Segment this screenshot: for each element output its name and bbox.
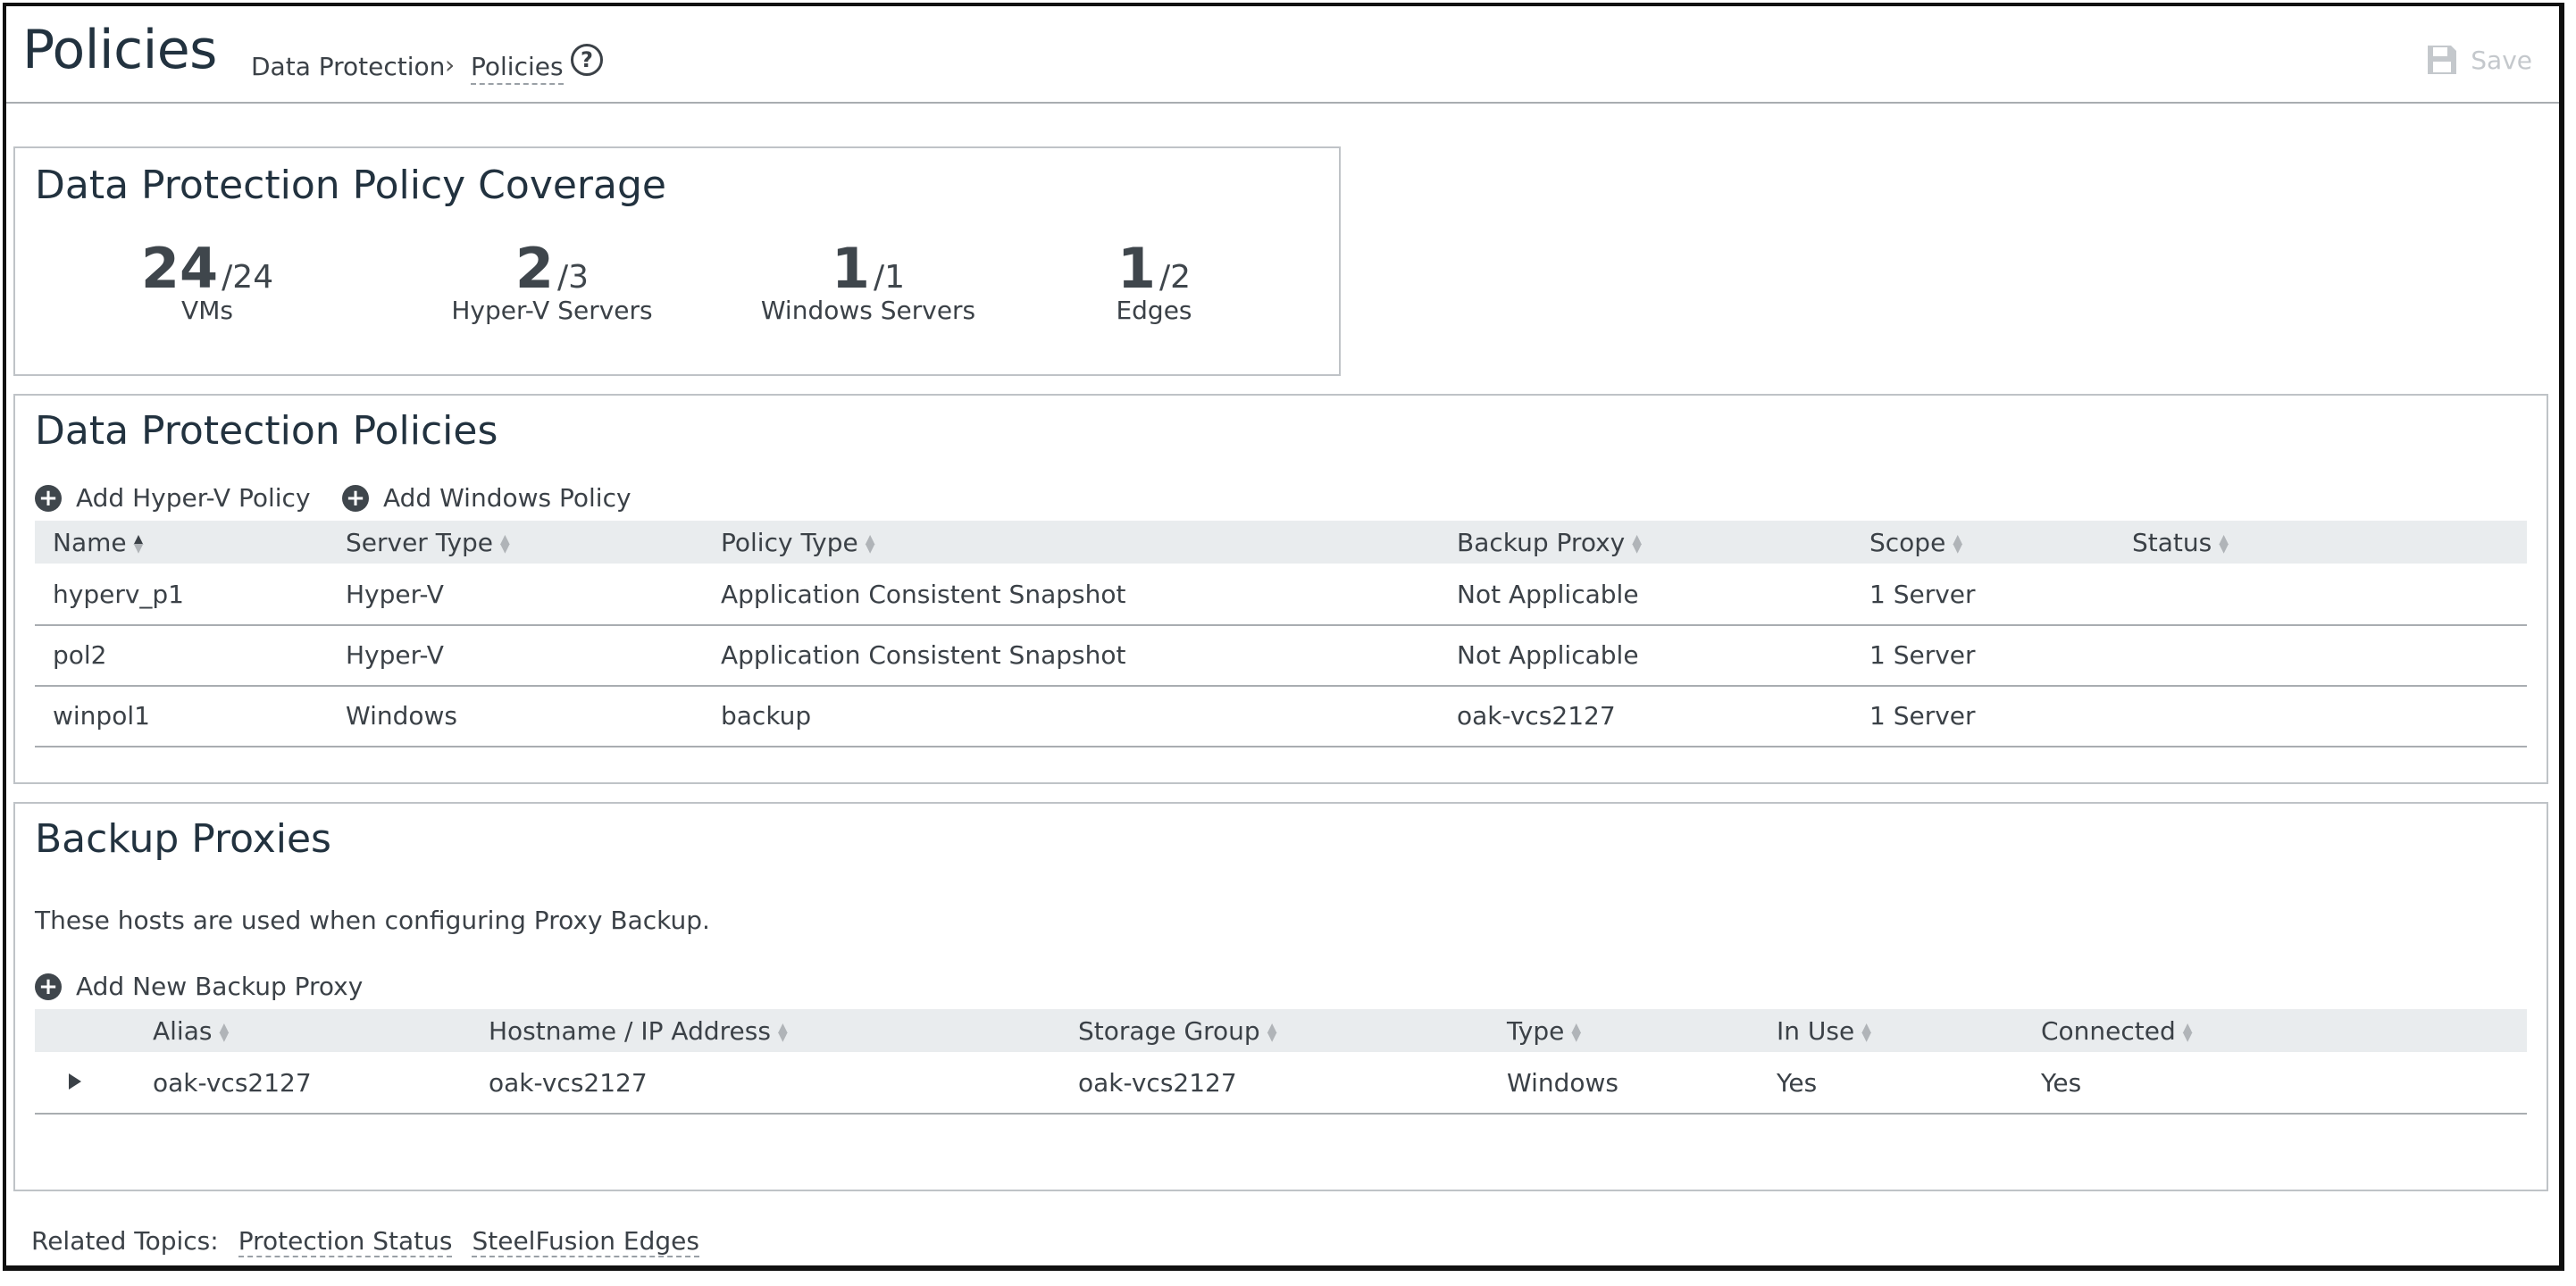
related-topics-label: Related Topics: xyxy=(31,1226,219,1256)
plus-circle-icon: + xyxy=(35,484,62,512)
add-windows-label: Add Windows Policy xyxy=(383,483,631,513)
cell-policy-type: Application Consistent Snapshot xyxy=(721,640,1126,670)
add-backup-proxy-label: Add New Backup Proxy xyxy=(76,972,364,1001)
chevron-right-icon: › xyxy=(445,50,456,79)
add-backup-proxy-button[interactable]: + Add New Backup Proxy xyxy=(35,972,363,1001)
link-protection-status[interactable]: Protection Status xyxy=(238,1226,453,1257)
backup-proxies-panel: Backup Proxies These hosts are used when… xyxy=(13,802,2548,1191)
save-label: Save xyxy=(2471,45,2532,75)
stat-value: 24 xyxy=(140,236,219,301)
save-button[interactable]: Save xyxy=(2424,42,2532,78)
floppy-disk-icon xyxy=(2428,46,2457,74)
add-windows-policy-button[interactable]: + Add Windows Policy xyxy=(342,483,631,513)
help-icon[interactable]: ? xyxy=(571,44,603,76)
sort-icon: ▲ ▼ xyxy=(1267,1021,1277,1044)
sort-icon: ▲ ▼ xyxy=(219,1021,230,1044)
add-hyperv-label: Add Hyper-V Policy xyxy=(76,483,311,513)
column-header-server-type[interactable]: Server Type ▲ ▼ xyxy=(346,528,510,557)
column-header-storage-group[interactable]: Storage Group ▲ ▼ xyxy=(1078,1016,1276,1046)
backup-proxies-title: Backup Proxies xyxy=(35,816,331,862)
cell-name[interactable]: winpol1 xyxy=(53,701,150,731)
column-header-backup-proxy[interactable]: Backup Proxy ▲ ▼ xyxy=(1457,528,1642,557)
stat-total: /1 xyxy=(874,259,906,296)
cell-scope: 1 Server xyxy=(1869,701,1976,731)
plus-circle-icon: + xyxy=(342,484,369,512)
add-hyperv-policy-button[interactable]: + Add Hyper-V Policy xyxy=(35,483,311,513)
table-row[interactable]: winpol1 Windows backup oak-vcs2127 1 Ser… xyxy=(35,685,2527,747)
sort-icon: ▲ ▼ xyxy=(1632,532,1643,555)
coverage-panel: Data Protection Policy Coverage 24/24 VM… xyxy=(13,146,1341,376)
cell-hostname: oak-vcs2127 xyxy=(489,1068,648,1098)
sort-icon: ▲ ▼ xyxy=(1571,1021,1582,1044)
column-header-scope[interactable]: Scope ▲ ▼ xyxy=(1869,528,1962,557)
policies-title: Data Protection Policies xyxy=(35,408,498,454)
page-title: Policies xyxy=(22,19,217,81)
page-header: Policies Data Protection › Policies ? Sa… xyxy=(6,6,2559,104)
policies-table-header: Name ▲ ▼ Server Type ▲ ▼ Policy Type ▲ ▼ Backu… xyxy=(35,521,2527,564)
policies-panel: Data Protection Policies + Add Hyper-V P… xyxy=(13,394,2548,784)
cell-server-type: Hyper-V xyxy=(346,640,444,670)
cell-name[interactable]: hyperv_p1 xyxy=(53,580,184,609)
plus-circle-icon: + xyxy=(35,973,62,1000)
app-window: Policies Data Protection › Policies ? Sa… xyxy=(3,3,2564,1271)
stat-value: 1 xyxy=(1117,236,1157,301)
stat-label: VMs xyxy=(181,296,233,325)
stat-hyperv-servers: 2/3 Hyper-V Servers xyxy=(405,236,699,325)
stat-vms: 24/24 VMs xyxy=(96,236,319,325)
proxies-table-header: Alias ▲ ▼ Hostname / IP Address ▲ ▼ Storage … xyxy=(35,1009,2527,1052)
column-header-type[interactable]: Type ▲ ▼ xyxy=(1507,1016,1581,1046)
sort-icon: ▲ ▼ xyxy=(1861,1021,1871,1044)
column-header-name[interactable]: Name ▲ ▼ xyxy=(53,528,143,557)
cell-scope: 1 Server xyxy=(1869,580,1976,609)
backup-proxies-description: These hosts are used when configuring Pr… xyxy=(35,906,710,935)
cell-storage-group: oak-vcs2127 xyxy=(1078,1068,1237,1098)
cell-policy-type: backup xyxy=(721,701,812,731)
stat-windows-servers: 1/1 Windows Servers xyxy=(721,236,1016,325)
stat-label: Windows Servers xyxy=(760,296,976,325)
cell-alias: oak-vcs2127 xyxy=(153,1068,312,1098)
cell-policy-type: Application Consistent Snapshot xyxy=(721,580,1126,609)
link-steelfusion-edges[interactable]: SteelFusion Edges xyxy=(472,1226,699,1257)
expand-triangle-icon[interactable] xyxy=(69,1073,81,1090)
cell-type: Windows xyxy=(1507,1068,1618,1098)
table-row[interactable]: oak-vcs2127 oak-vcs2127 oak-vcs2127 Wind… xyxy=(35,1052,2527,1115)
sort-icon: ▲ ▼ xyxy=(2219,532,2229,555)
cell-name[interactable]: pol2 xyxy=(53,640,107,670)
cell-in-use: Yes xyxy=(1777,1068,1818,1098)
column-header-in-use[interactable]: In Use ▲ ▼ xyxy=(1777,1016,1871,1046)
cell-backup-proxy: Not Applicable xyxy=(1457,580,1639,609)
cell-server-type: Hyper-V xyxy=(346,580,444,609)
stat-edges: 1/2 Edges xyxy=(1042,236,1266,325)
sort-icon: ▲ ▼ xyxy=(500,532,510,555)
sort-icon: ▲ ▼ xyxy=(865,532,875,555)
stat-value: 2 xyxy=(514,236,555,301)
stat-total: /3 xyxy=(557,259,590,296)
column-header-connected[interactable]: Connected ▲ ▼ xyxy=(2041,1016,2193,1046)
related-topics: Related Topics: Protection Status SteelF… xyxy=(31,1226,699,1257)
sort-icon: ▲ ▼ xyxy=(1953,532,1963,555)
sort-icon: ▲ ▼ xyxy=(133,532,144,555)
sort-icon: ▲ ▼ xyxy=(777,1021,788,1044)
sort-icon: ▲ ▼ xyxy=(2182,1021,2193,1044)
breadcrumb-policies[interactable]: Policies xyxy=(471,52,564,85)
column-header-alias[interactable]: Alias ▲ ▼ xyxy=(153,1016,229,1046)
table-row[interactable]: hyperv_p1 Hyper-V Application Consistent… xyxy=(35,564,2527,626)
cell-connected: Yes xyxy=(2041,1068,2082,1098)
column-header-policy-type[interactable]: Policy Type ▲ ▼ xyxy=(721,528,875,557)
cell-scope: 1 Server xyxy=(1869,640,1976,670)
stat-label: Hyper-V Servers xyxy=(451,296,653,325)
column-header-status[interactable]: Status ▲ ▼ xyxy=(2132,528,2229,557)
stat-total: /2 xyxy=(1159,259,1192,296)
column-header-hostname[interactable]: Hostname / IP Address ▲ ▼ xyxy=(489,1016,788,1046)
coverage-title: Data Protection Policy Coverage xyxy=(35,163,666,208)
cell-server-type: Windows xyxy=(346,701,457,731)
breadcrumb-data-protection[interactable]: Data Protection xyxy=(251,52,445,81)
stat-total: /24 xyxy=(222,259,274,296)
cell-backup-proxy: Not Applicable xyxy=(1457,640,1639,670)
table-row[interactable]: pol2 Hyper-V Application Consistent Snap… xyxy=(35,624,2527,687)
cell-backup-proxy: oak-vcs2127 xyxy=(1457,701,1616,731)
stat-label: Edges xyxy=(1116,296,1192,325)
stat-value: 1 xyxy=(831,236,871,301)
